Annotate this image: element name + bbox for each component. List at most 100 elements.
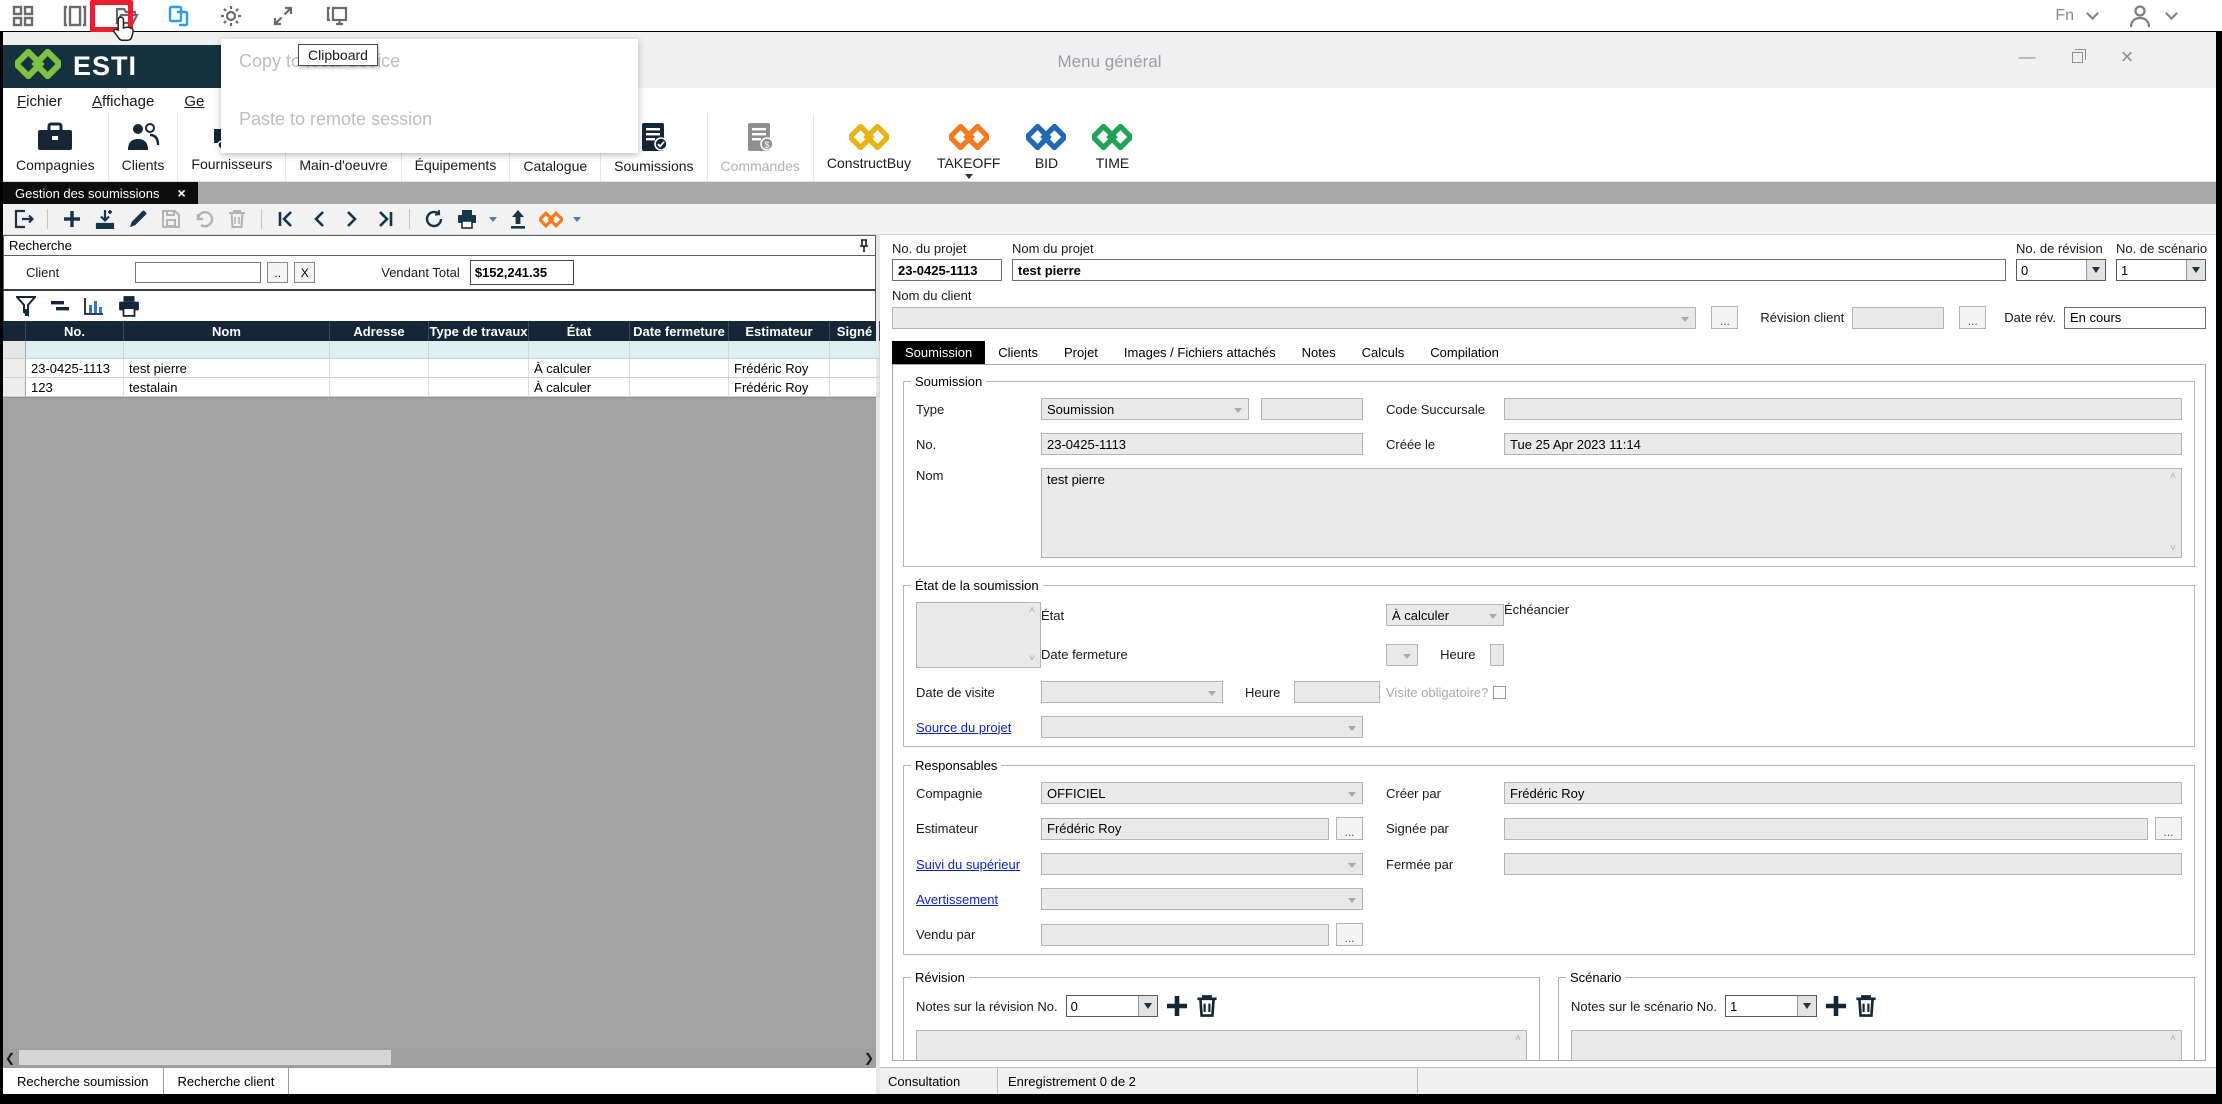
estimateur-field[interactable]: Frédéric Roy [1041,817,1329,840]
refresh-icon[interactable] [422,207,446,231]
tab-close-icon[interactable]: × [178,185,186,201]
upload-icon[interactable] [506,207,530,231]
col-type-travaux[interactable]: Type de travaux [429,321,529,341]
clipboard-icon[interactable] [166,3,192,29]
scroll-left-icon[interactable]: ❮ [3,1051,17,1065]
avertissement-link[interactable]: Avertissement [916,892,1041,907]
fn-label[interactable]: Fn [2055,7,2074,25]
nom-textarea[interactable]: test pierre ˄ ˅ [1041,468,2182,558]
chart-icon[interactable] [84,297,104,315]
menu-gestion[interactable]: Ge [184,93,204,110]
apps-grid-icon[interactable] [10,3,36,29]
add-scenario-icon[interactable] [1825,995,1847,1017]
window-switch-icon[interactable] [62,3,88,29]
nom-client-dropdown[interactable] [892,306,1697,329]
tab-projet[interactable]: Projet [1051,341,1111,364]
estimateur-lookup-button[interactable]: ... [1336,817,1363,840]
revision-client-lookup-button[interactable]: ... [1959,306,1987,329]
scrollbar-thumb[interactable] [19,1050,391,1065]
scroll-up-icon[interactable]: ˄ [2168,472,2178,482]
horizontal-scrollbar[interactable]: ❮ ❯ [3,1048,876,1067]
filter-funnel-icon[interactable] [16,295,36,317]
notes-scenario-dropdown-icon[interactable] [1796,996,1816,1016]
tab-gestion-des-soumissions[interactable]: Gestion des soumissions × [3,182,198,204]
tab-compilation[interactable]: Compilation [1417,341,1512,364]
vendu-par-field[interactable] [1041,923,1329,946]
no-projet-field[interactable]: 23-0425-1113 [892,259,1002,281]
scroll-up-icon[interactable]: ˄ [2168,1034,2178,1044]
heure-visite-field[interactable] [1294,681,1381,703]
nav-prev-icon[interactable] [307,207,331,231]
col-signe[interactable]: Signé [830,321,880,341]
col-no[interactable]: No. [26,321,124,341]
import-icon[interactable] [93,207,117,231]
takeoff-dropdown-arrow-icon[interactable] [964,174,973,179]
date-rev-field[interactable]: En cours [2064,306,2206,329]
print-dropdown-arrow-icon[interactable] [489,216,497,222]
fermee-par-field[interactable] [1504,853,2182,875]
pin-icon[interactable] [858,238,870,253]
settings-gear-icon[interactable] [218,3,244,29]
grid-filter-row[interactable] [3,341,880,359]
delete-scenario-icon[interactable] [1855,994,1877,1018]
compagnie-dropdown[interactable]: OFFICIEL [1041,782,1363,804]
toolbar-constructbuy[interactable]: ConstructBuy [814,114,924,181]
notes-scenario-combo[interactable]: 1 [1724,995,1817,1017]
sort-lines-icon[interactable] [50,299,70,313]
client-lookup-button[interactable]: .. [267,262,289,283]
nom-client-lookup-button[interactable]: ... [1711,306,1739,329]
brand-menu-icon[interactable] [539,207,563,231]
signee-par-field[interactable] [1504,817,2148,840]
type-extra-field[interactable] [1261,398,1363,420]
tab-clients[interactable]: Clients [985,341,1051,364]
toolbar-clients[interactable]: Clients [109,114,179,181]
scroll-down-icon[interactable]: ˅ [2168,544,2178,554]
type-dropdown[interactable]: Soumission [1041,398,1249,420]
heure-fermeture-field[interactable] [1489,643,1504,666]
etat-dropdown[interactable]: À calculer [1386,604,1504,627]
close-button[interactable]: × [2118,44,2136,69]
notes-revision-dropdown-icon[interactable] [1137,996,1157,1016]
menu-fichier[interactable]: Fichier [17,93,62,110]
nav-first-icon[interactable] [274,207,298,231]
scroll-right-icon[interactable]: ❯ [862,1051,876,1065]
no-scenario-dropdown-icon[interactable] [2186,260,2205,280]
scroll-up-icon[interactable]: ˄ [1027,606,1037,616]
tab-images-fichiers[interactable]: Images / Fichiers attachés [1111,341,1289,364]
grid-row-2[interactable]: 123 testalain À calculer Frédéric Roy [3,378,880,397]
client-clear-button[interactable]: X [294,262,316,283]
minimize-button[interactable]: — [2018,47,2036,66]
no-revision-combo[interactable]: 0 [2016,259,2106,281]
suivi-superieur-dropdown[interactable] [1041,853,1363,875]
delete-revision-icon[interactable] [1196,994,1218,1018]
client-input[interactable] [135,262,262,283]
no-scenario-combo[interactable]: 1 [2116,259,2206,281]
source-projet-dropdown[interactable] [1041,716,1363,738]
restore-button[interactable] [2068,48,2086,66]
suivi-superieur-link[interactable]: Suivi du supérieur [916,857,1041,872]
toolbar-bid[interactable]: BID [1013,114,1079,181]
col-date-fermeture[interactable]: Date fermeture [630,321,729,341]
notes-revision-textarea[interactable]: ˄ ˅ [916,1030,1527,1060]
code-succursale-field[interactable] [1504,398,2182,420]
print-grid-icon[interactable] [118,295,140,317]
nav-last-icon[interactable] [373,207,397,231]
scroll-up-icon[interactable]: ˄ [1513,1034,1523,1044]
grid-row-1[interactable]: 23-0425-1113 test pierre À calculer Fréd… [3,359,880,378]
fullscreen-icon[interactable] [270,3,296,29]
date-fermeture-dropdown[interactable] [1386,643,1419,666]
edit-pencil-icon[interactable] [126,207,150,231]
cree-le-field[interactable]: Tue 25 Apr 2023 11:14 [1504,433,2182,455]
notes-revision-combo[interactable]: 0 [1065,995,1158,1017]
brand-menu-dropdown-arrow-icon[interactable] [573,216,581,222]
notes-scenario-textarea[interactable]: ˄ ˅ [1571,1030,2182,1060]
print-icon[interactable] [455,207,479,231]
tab-recherche-client[interactable]: Recherche client [164,1068,290,1094]
toolbar-time[interactable]: TIME [1079,114,1145,181]
nav-next-icon[interactable] [340,207,364,231]
monitor-session-icon[interactable] [322,3,348,29]
creer-par-field[interactable]: Frédéric Roy [1504,782,2182,804]
visite-obligatoire-checkbox[interactable] [1493,685,1507,699]
avertissement-dropdown[interactable] [1041,888,1363,910]
user-chevron-down-icon[interactable] [2165,7,2178,20]
